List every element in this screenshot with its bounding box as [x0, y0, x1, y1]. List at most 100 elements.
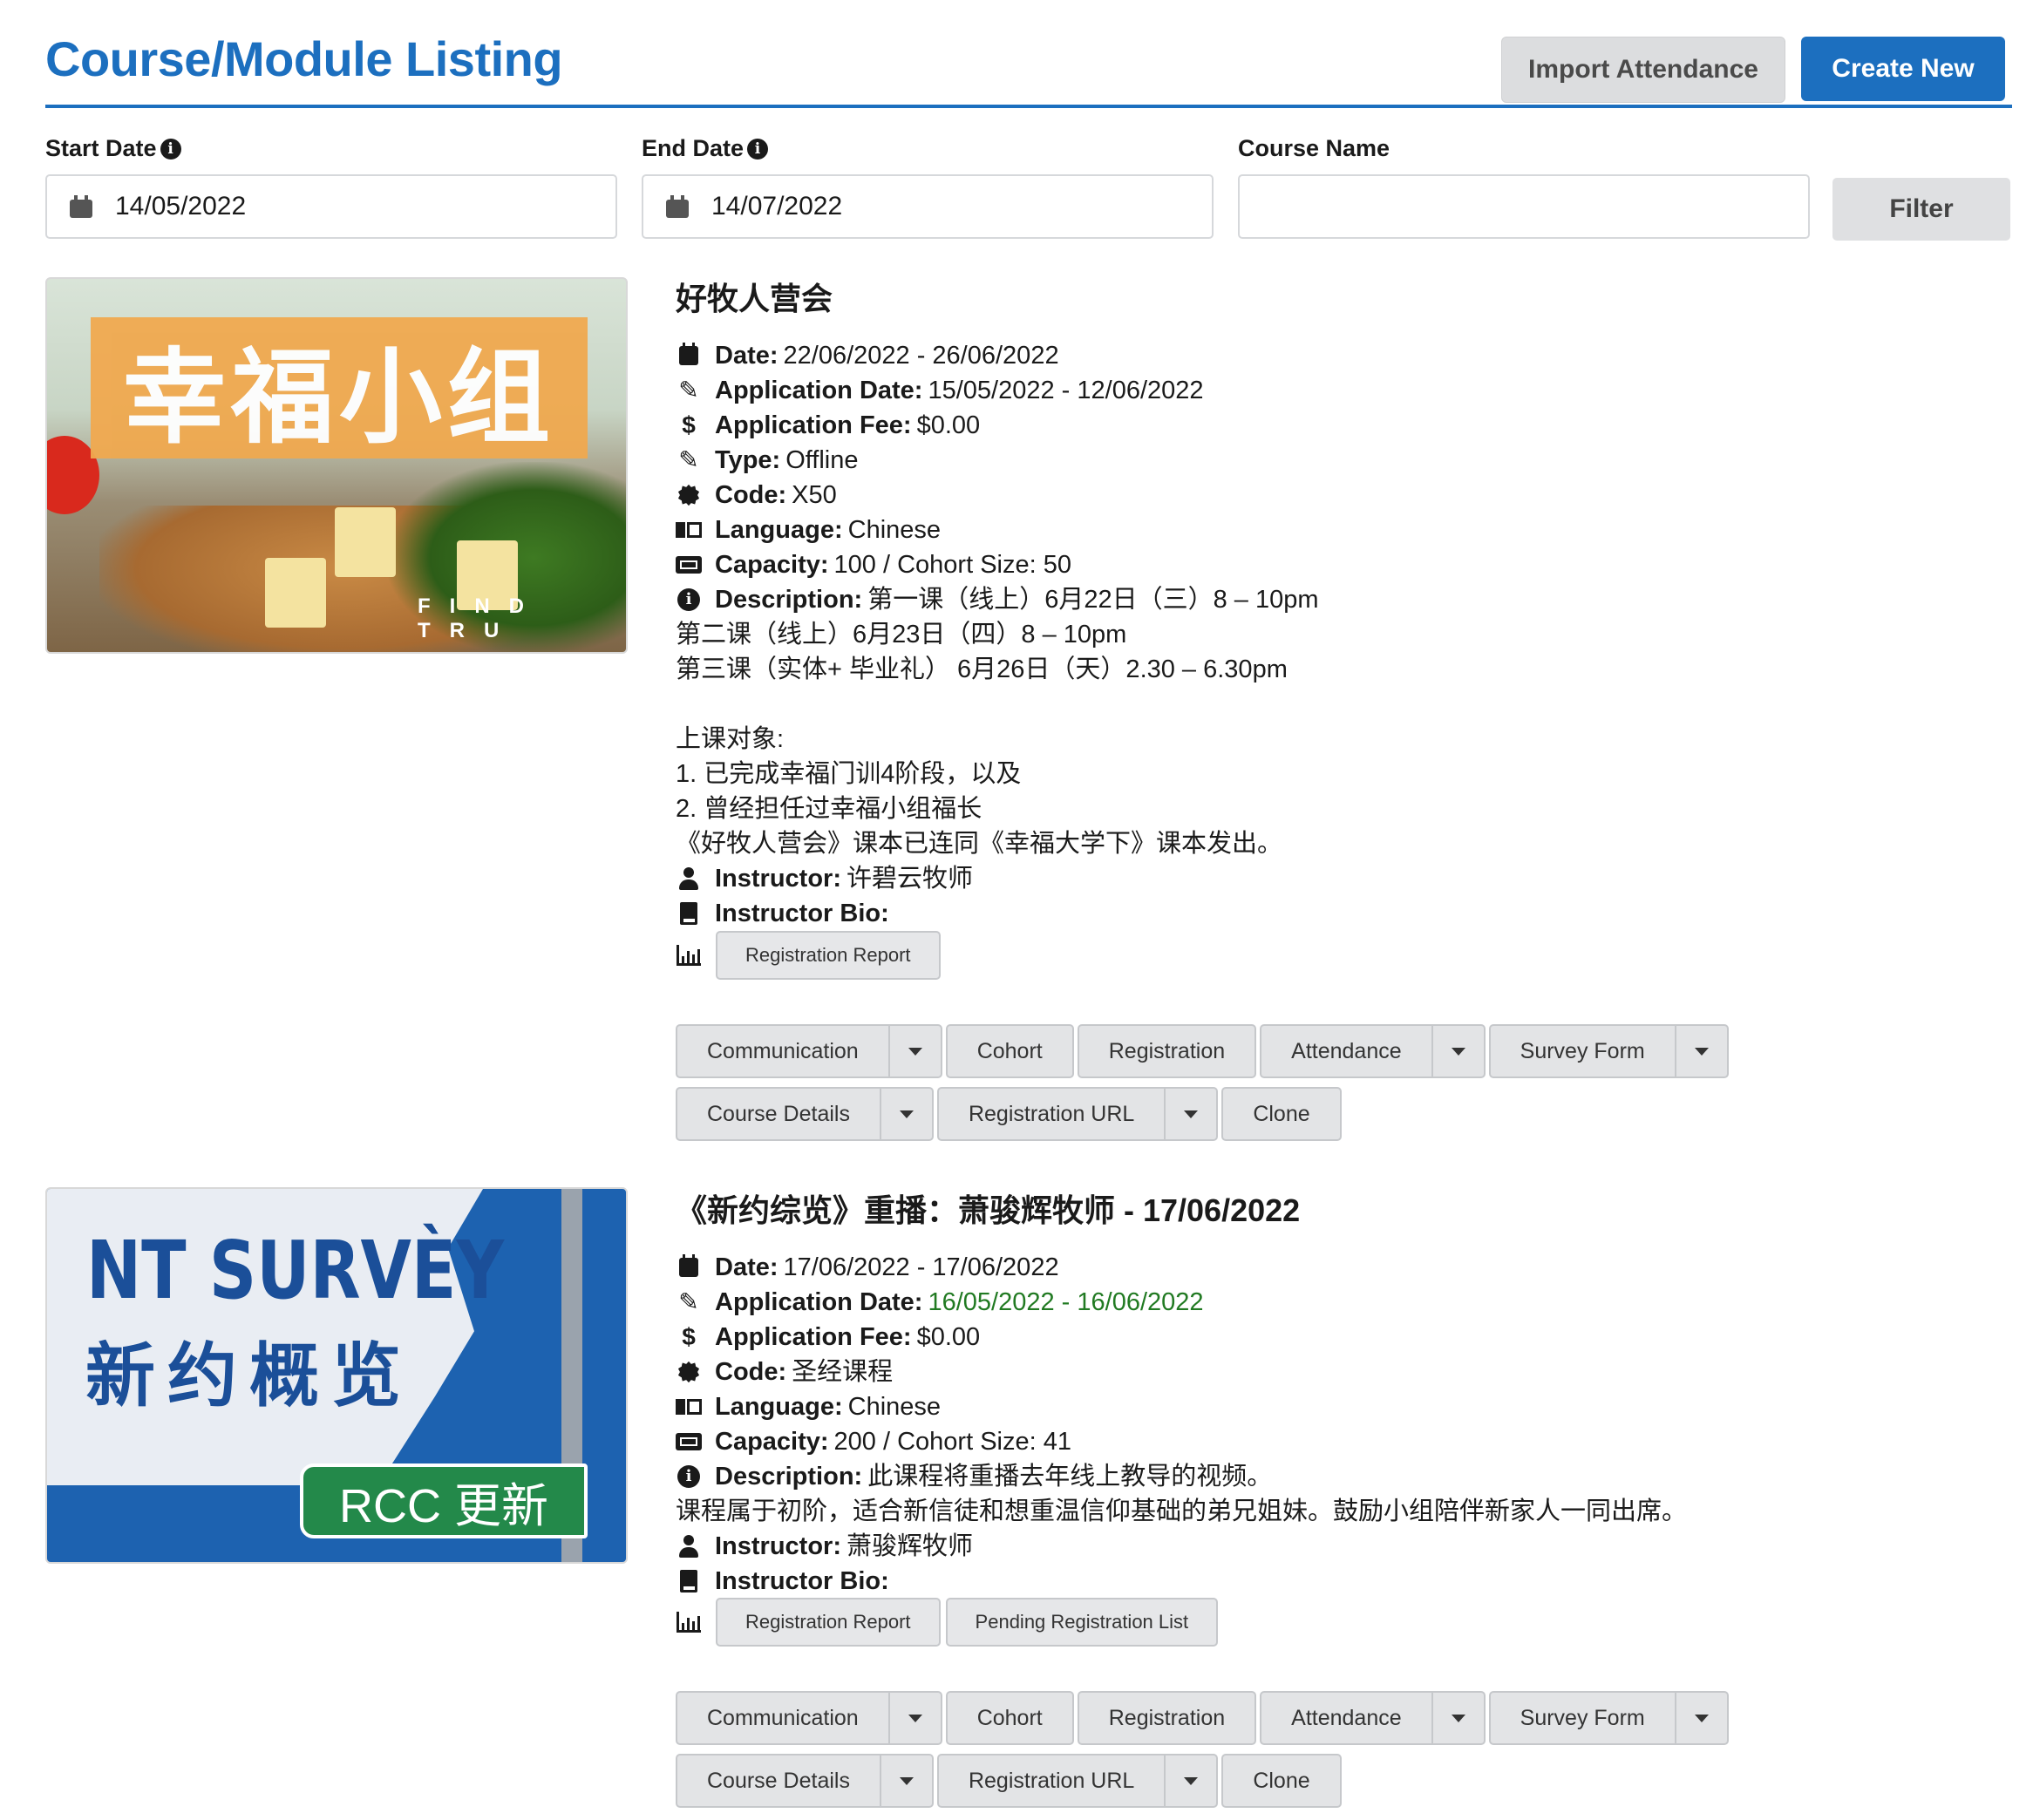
info-date: Date: 22/06/2022 - 26/06/2022 — [676, 338, 2001, 373]
end-date-value: 14/07/2022 — [711, 192, 843, 221]
description-line: 第二课（线上）6月23日（四）8 – 10pm — [676, 621, 1127, 649]
page-title: Course/Module Listing — [45, 31, 563, 86]
registration-button[interactable]: Registration — [1077, 1691, 1257, 1745]
thumbnail-badge: RCC 更新 — [300, 1463, 588, 1538]
attendance-label: Attendance — [1291, 1705, 1402, 1730]
chart-icon — [676, 1612, 702, 1633]
import-attendance-button[interactable]: Import Attendance — [1501, 37, 1785, 103]
communication-label: Communication — [707, 1705, 859, 1730]
user-icon — [676, 867, 702, 890]
date-label: Date: — [715, 1253, 779, 1281]
survey-form-dropdown[interactable]: Survey Form — [1488, 1691, 1729, 1745]
report-row: Registration Report — [676, 931, 941, 980]
attendance-dropdown[interactable]: Attendance — [1260, 1691, 1486, 1745]
code-label: Code: — [715, 481, 787, 509]
chart-icon — [676, 945, 702, 966]
survey-form-dropdown[interactable]: Survey Form — [1488, 1024, 1729, 1078]
info-language: Language: Chinese — [676, 1389, 2001, 1424]
application-fee-label: Application Fee: — [715, 411, 912, 439]
chevron-down-icon[interactable] — [879, 1089, 932, 1139]
communication-dropdown[interactable]: Communication — [676, 1691, 942, 1745]
clone-button[interactable]: Clone — [1221, 1754, 1342, 1808]
dollar-icon: $ — [682, 1323, 696, 1350]
cohort-button[interactable]: Cohort — [945, 1691, 1074, 1745]
course-thumbnail[interactable]: 幸福小组 FIND TRU — [45, 277, 628, 654]
language-icon — [676, 1399, 702, 1415]
info-icon[interactable]: i — [747, 138, 769, 160]
calendar-icon — [70, 195, 92, 218]
course-title[interactable]: 好牧人营会 — [676, 274, 833, 319]
filter-button[interactable]: Filter — [1832, 178, 2010, 241]
course-details-dropdown[interactable]: Course Details — [676, 1087, 934, 1141]
chevron-down-icon[interactable] — [1164, 1089, 1216, 1139]
course-thumbnail[interactable]: NT SURVÈY 新约概览 RCC 更新 — [45, 1187, 628, 1564]
application-date-value: 16/05/2022 - 16/06/2022 — [928, 1288, 1204, 1316]
registration-button[interactable]: Registration — [1077, 1024, 1257, 1078]
instructor-bio-label: Instructor Bio: — [715, 900, 889, 927]
registration-url-dropdown[interactable]: Registration URL — [936, 1754, 1219, 1808]
clone-label: Clone — [1253, 1768, 1310, 1793]
info-application-fee: $ Application Fee: $0.00 — [676, 408, 2001, 443]
application-date-value: 15/05/2022 - 12/06/2022 — [928, 377, 1204, 404]
description-value: 此课程将重播去年线上教导的视频。 — [867, 1463, 1273, 1491]
create-new-button[interactable]: Create New — [1801, 37, 2005, 101]
chevron-down-icon[interactable] — [1674, 1693, 1727, 1743]
info-capacity: Capacity: 200 / Cohort Size: 41 — [676, 1424, 2001, 1459]
info-icon[interactable]: i — [160, 138, 181, 160]
start-date-label-text: Start Date — [45, 135, 157, 161]
instructor-value: 许碧云牧师 — [847, 865, 974, 893]
thumbnail-subtitle: 新约概览 — [85, 1334, 413, 1416]
clone-button[interactable]: Clone — [1221, 1087, 1342, 1141]
description-value: 第一课（线上）6月22日（三）8 – 10pm — [867, 586, 1319, 614]
end-date-field[interactable]: 14/07/2022 — [642, 174, 1214, 239]
cohort-button[interactable]: Cohort — [945, 1024, 1074, 1078]
description-label: Description: — [715, 586, 863, 614]
course-actions: Communication Cohort Registration Attend… — [676, 1024, 1983, 1141]
info-application-date: ✎ Application Date: 15/05/2022 - 12/06/2… — [676, 373, 2001, 408]
chevron-down-icon[interactable] — [1674, 1026, 1727, 1076]
chevron-down-icon[interactable] — [887, 1026, 941, 1076]
course-details-label: Course Details — [707, 1768, 850, 1793]
registration-report-button[interactable]: Registration Report — [716, 1598, 941, 1647]
language-value: Chinese — [847, 516, 942, 544]
chevron-down-icon[interactable] — [1431, 1026, 1484, 1076]
instructor-label: Instructor: — [715, 1532, 841, 1560]
chevron-down-icon[interactable] — [1164, 1755, 1216, 1806]
dollar-icon: $ — [682, 411, 696, 438]
info-description: i Description: 第一课（线上）6月22日（三）8 – 10pm — [676, 582, 2001, 617]
course-details-dropdown[interactable]: Course Details — [676, 1754, 934, 1808]
course-title[interactable]: 《新约综览》重播：萧骏辉牧师 - 17/06/2022 — [676, 1185, 1300, 1231]
info-description: i Description: 此课程将重播去年线上教导的视频。 — [676, 1459, 2001, 1494]
communication-dropdown[interactable]: Communication — [676, 1024, 942, 1078]
application-fee-label: Application Fee: — [715, 1323, 912, 1351]
start-date-label: Start Date i — [45, 135, 181, 162]
ticket-icon — [676, 1433, 702, 1450]
course-name-label: Course Name — [1238, 135, 1390, 161]
chevron-down-icon[interactable] — [887, 1693, 941, 1743]
course-name-input[interactable] — [1238, 174, 1810, 239]
attendance-dropdown[interactable]: Attendance — [1260, 1024, 1486, 1078]
date-value: 17/06/2022 - 17/06/2022 — [783, 1253, 1059, 1281]
application-date-label: Application Date: — [715, 377, 923, 404]
certificate-icon — [676, 485, 702, 506]
instructor-value: 萧骏辉牧师 — [847, 1532, 974, 1560]
info-code: Code: X50 — [676, 478, 2001, 513]
chevron-down-icon[interactable] — [879, 1755, 932, 1806]
chevron-down-icon[interactable] — [1431, 1693, 1484, 1743]
capacity-value: 100 / Cohort Size: 50 — [833, 551, 1071, 579]
capacity-value: 200 / Cohort Size: 41 — [833, 1428, 1071, 1456]
thumbnail-cheese — [265, 558, 326, 628]
capacity-label: Capacity: — [715, 551, 829, 579]
registration-url-dropdown[interactable]: Registration URL — [936, 1087, 1219, 1141]
registration-url-label: Registration URL — [968, 1768, 1135, 1793]
course-details-label: Course Details — [707, 1101, 850, 1126]
info-instructor-bio: Instructor Bio: — [676, 1564, 2001, 1599]
start-date-field[interactable]: 14/05/2022 — [45, 174, 617, 239]
description-line: 第三课（实体+ 毕业礼） 6月26日（天）2.30 – 6.30pm — [676, 655, 1288, 683]
pending-registration-list-button[interactable]: Pending Registration List — [945, 1598, 1219, 1647]
edit-icon: ✎ — [678, 1288, 699, 1315]
date-label: Date: — [715, 342, 779, 370]
thumbnail-caption: FIND TRU — [418, 594, 543, 642]
registration-report-button[interactable]: Registration Report — [716, 931, 941, 980]
registration-url-label: Registration URL — [968, 1101, 1135, 1126]
